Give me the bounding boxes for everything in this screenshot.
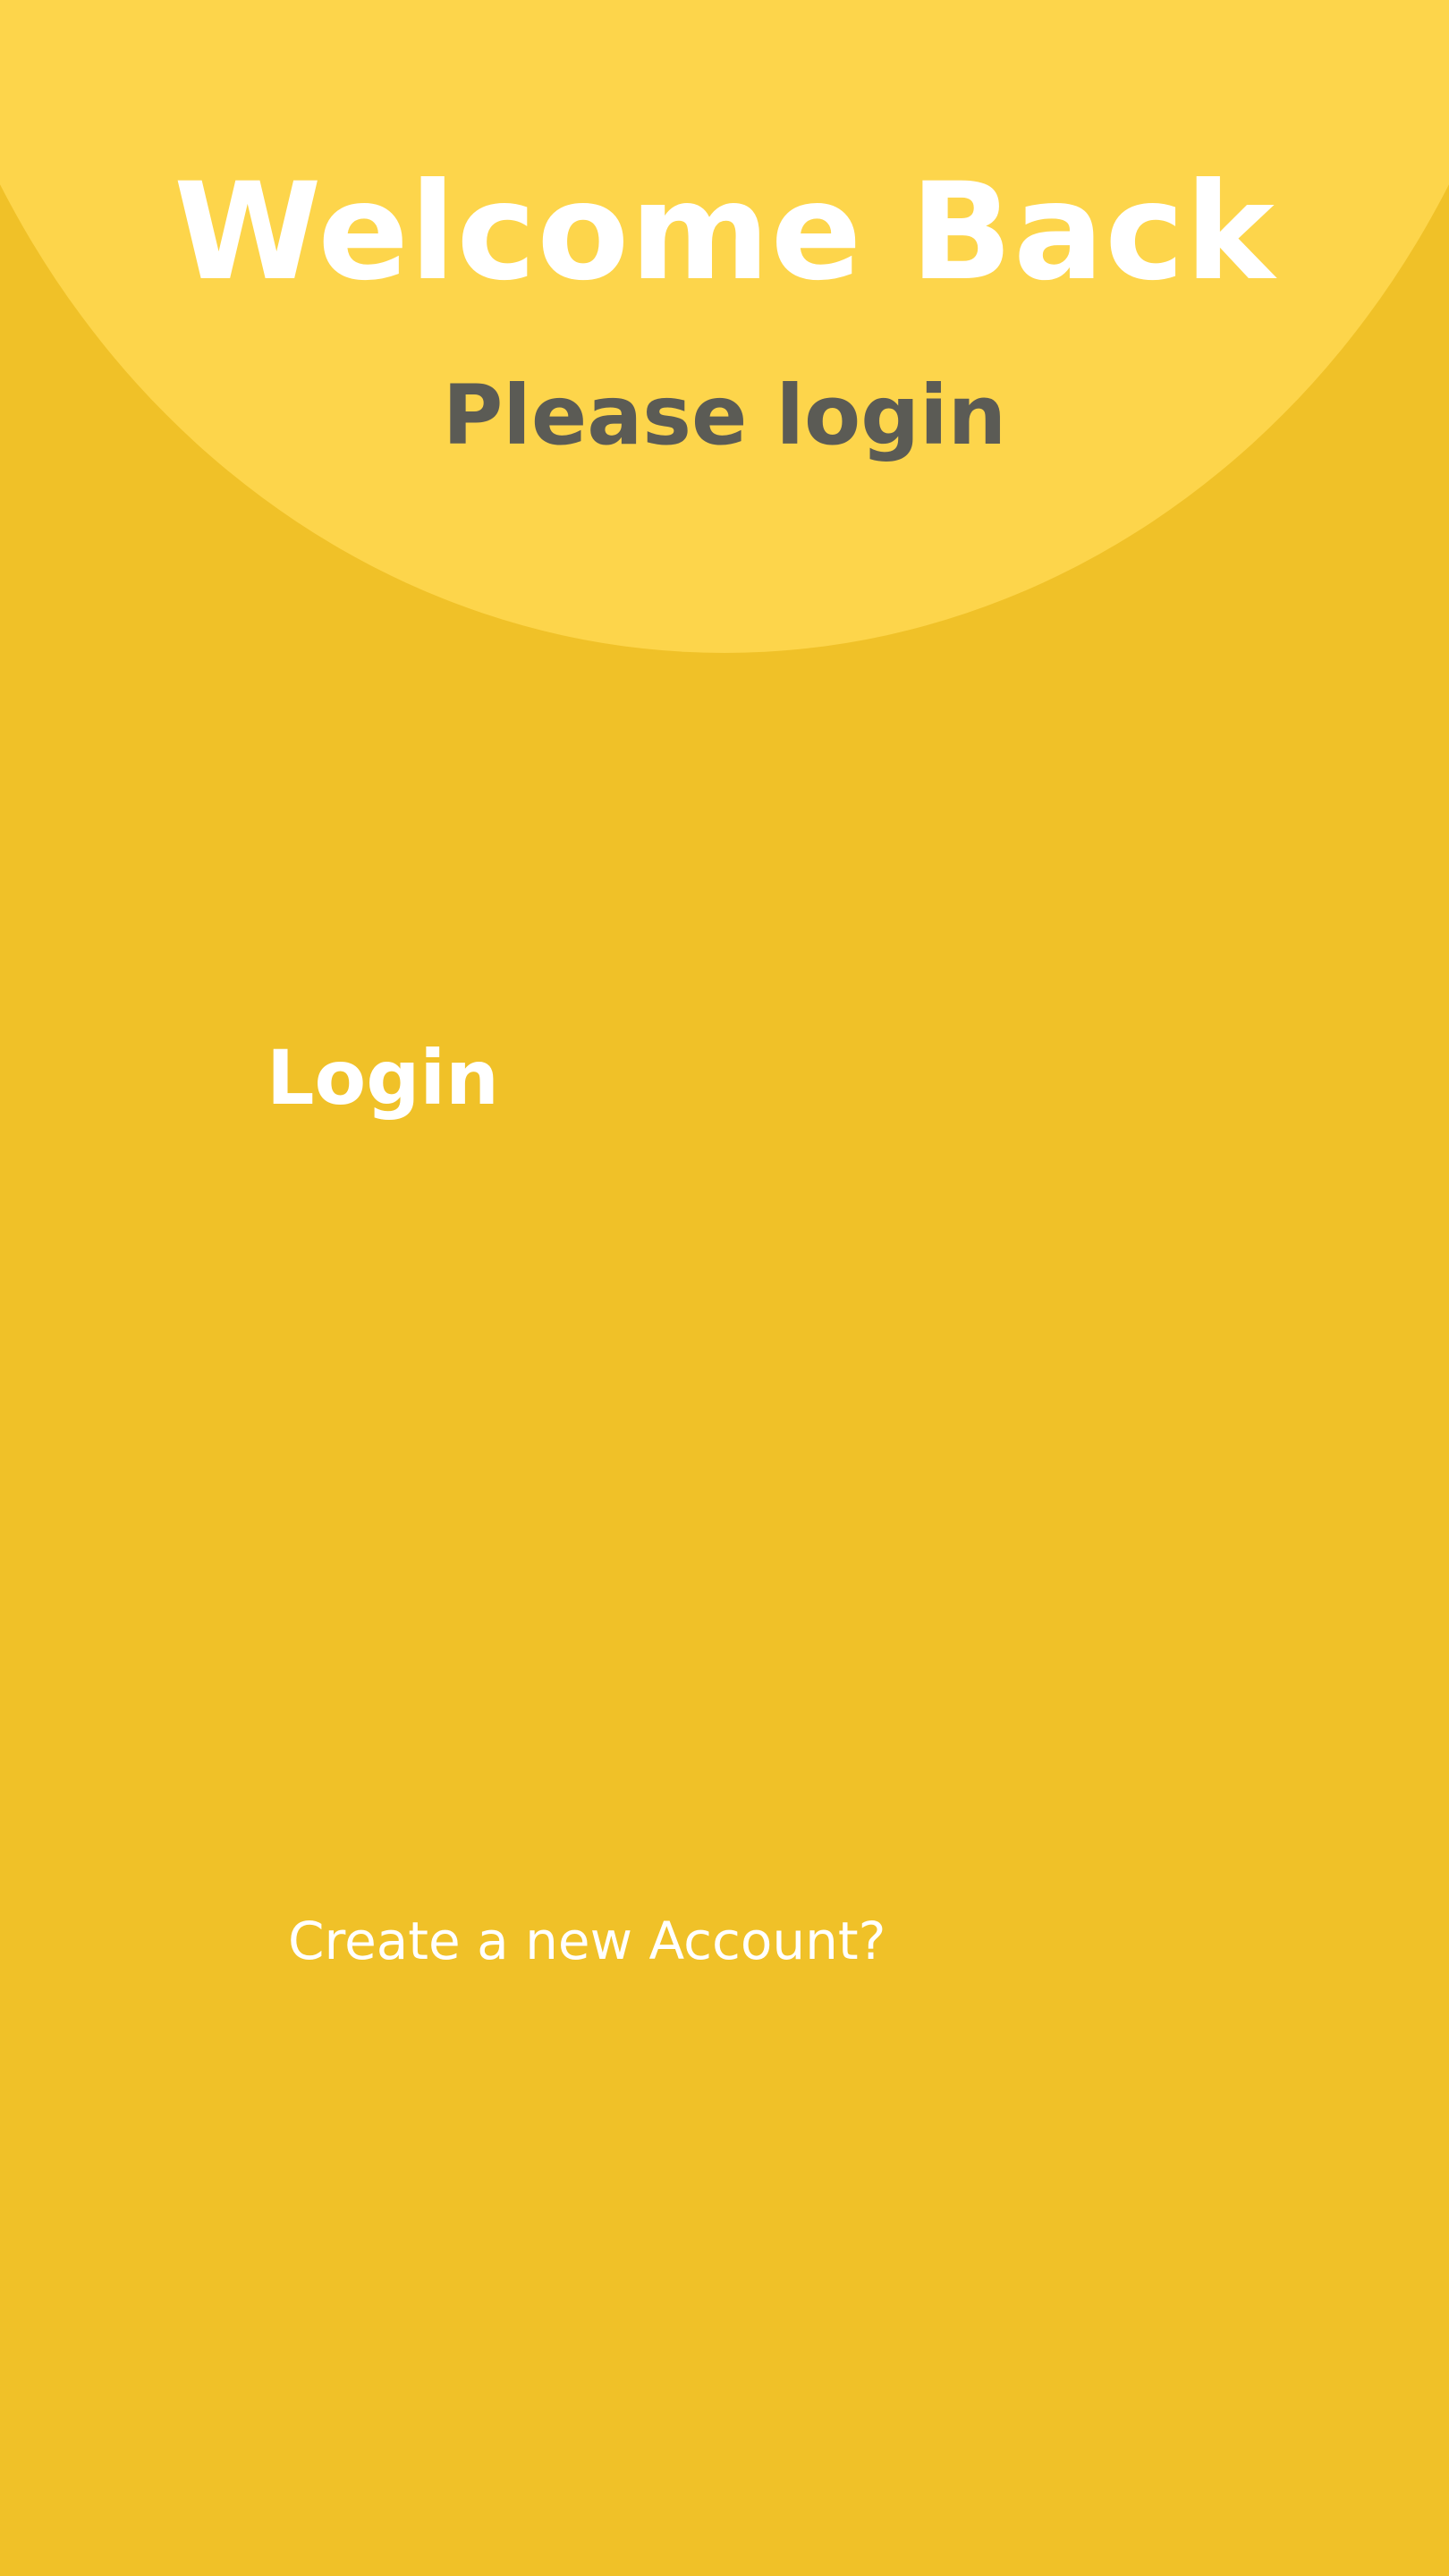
create-account-link[interactable]: Create a new Account? <box>288 1905 886 1977</box>
page-subtitle: Please login <box>442 368 1007 463</box>
login-heading: Login <box>267 1034 499 1122</box>
login-screen: Welcome Back Please login Login Create a… <box>0 0 1449 2576</box>
header-arc-background <box>0 0 1449 653</box>
page-title: Welcome Back <box>174 155 1275 310</box>
